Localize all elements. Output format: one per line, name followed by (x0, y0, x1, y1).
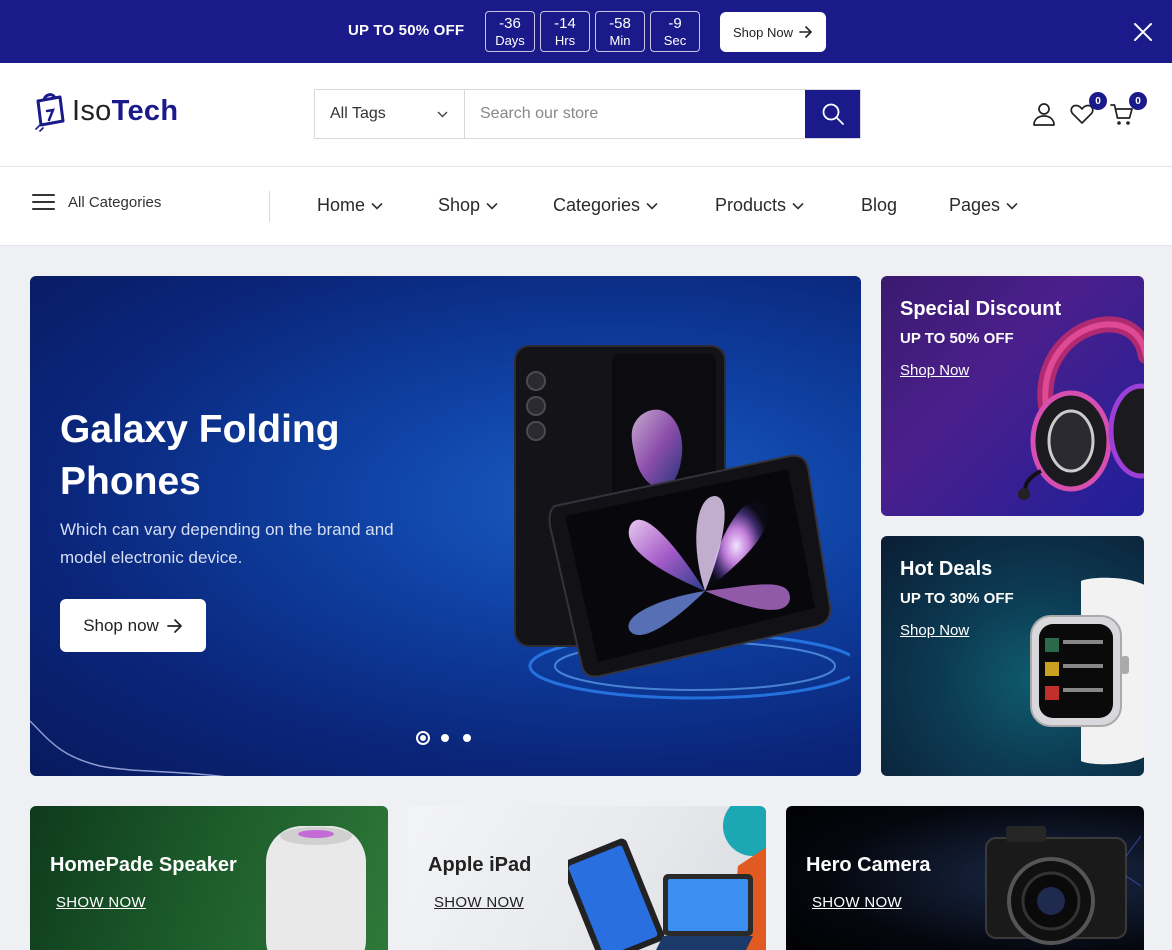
hero-shop-now-button[interactable]: Shop now (60, 599, 206, 652)
search-input[interactable] (465, 90, 805, 138)
all-categories-button[interactable]: All Categories (32, 193, 161, 211)
tablet-image (568, 806, 766, 950)
hero-title: Galaxy Folding Phones (60, 408, 340, 503)
nav-item-label: Shop (438, 195, 481, 215)
smart-speaker-image (266, 826, 366, 950)
foldable-phone-image (514, 345, 850, 700)
nav-item-label: Home (317, 195, 366, 215)
nav-item-home[interactable]: Home (317, 195, 383, 216)
chevron-down-icon (1006, 202, 1018, 210)
nav-item-products[interactable]: Products (715, 195, 804, 216)
search-icon (822, 103, 844, 125)
countdown-value: -36 (499, 15, 521, 32)
banner-show-now-link[interactable]: SHOW NOW (434, 894, 524, 911)
promo-shop-now-button[interactable]: Shop Now (720, 12, 826, 52)
nav-divider (269, 191, 270, 222)
chevron-down-icon (486, 202, 498, 210)
countdown-seconds: -9 Sec (650, 11, 700, 52)
logo-prefix: Iso (72, 94, 112, 127)
promo-shop-now-label: Shop Now (733, 24, 793, 40)
hamburger-menu-icon (32, 194, 55, 210)
hot-deals-card: Hot Deals UP TO 30% OFF Shop Now (881, 536, 1144, 776)
banner-show-now-link[interactable]: SHOW NOW (56, 894, 146, 911)
chevron-down-icon (371, 202, 383, 210)
nav-item-blog[interactable]: Blog (861, 195, 897, 216)
wishlist-count-badge: 0 (1089, 92, 1107, 110)
slider-dot-1[interactable] (416, 731, 430, 745)
search-button[interactable] (805, 90, 860, 138)
countdown-value: -9 (668, 15, 682, 32)
card-title: Hot Deals (900, 558, 993, 580)
logo-bag-icon (35, 93, 65, 132)
countdown-value: -58 (609, 15, 631, 32)
decorative-wave (30, 720, 226, 776)
promo-text: UP TO 50% OFF (348, 22, 465, 39)
chevron-down-icon (646, 202, 658, 210)
countdown-days: -36 Days (485, 11, 535, 52)
banner-title: HomePade Speaker (50, 854, 237, 876)
nav-item-label: Products (715, 195, 787, 215)
camera-banner: Hero Camera SHOW NOW (786, 806, 1144, 950)
nav-item-label: Blog (861, 195, 898, 215)
speaker-banner: HomePade Speaker SHOW NOW (30, 806, 388, 950)
countdown-value: -14 (554, 15, 576, 32)
countdown-unit: Hrs (554, 33, 576, 48)
chevron-down-icon (437, 111, 448, 117)
nav-item-pages[interactable]: Pages (949, 195, 1018, 216)
arrow-right-icon (166, 618, 182, 633)
banner-title: Hero Camera (806, 854, 931, 876)
card-offer: UP TO 30% OFF (900, 590, 1014, 607)
search-category-label: All Tags (330, 105, 386, 122)
nav-item-shop[interactable]: Shop (438, 195, 498, 216)
card-offer: UP TO 50% OFF (900, 330, 1014, 347)
main-nav: All Categories Home Shop Categories Prod… (0, 167, 1172, 246)
countdown-minutes: -58 Min (595, 11, 645, 52)
ipad-banner: Apple iPad SHOW NOW (408, 806, 766, 950)
nav-item-categories[interactable]: Categories (553, 195, 658, 216)
arrow-right-icon (799, 26, 812, 38)
search-category-select[interactable]: All Tags (315, 90, 465, 138)
close-icon[interactable] (1132, 21, 1154, 43)
hero-shop-now-label: Shop now (83, 615, 159, 635)
logo-text: IsoTech (72, 95, 178, 128)
countdown-unit: Days (495, 33, 525, 48)
hero-slider: Galaxy Folding Phones Which can vary dep… (30, 276, 861, 776)
logo-suffix: Tech (111, 94, 179, 127)
logo[interactable]: IsoTech (32, 89, 178, 133)
slider-dot-2[interactable] (441, 734, 449, 742)
slider-dot-3[interactable] (463, 734, 471, 742)
chevron-down-icon (792, 202, 804, 210)
hero-subtitle: Which can vary depending on the brand an… (60, 520, 394, 567)
nav-item-label: Categories (553, 195, 641, 215)
card-shop-now-link[interactable]: Shop Now (900, 362, 969, 379)
cart-count-badge: 0 (1129, 92, 1147, 110)
user-icon[interactable] (1031, 101, 1057, 127)
countdown-hours: -14 Hrs (540, 11, 590, 52)
card-title: Special Discount (900, 298, 1062, 320)
headphones-image (1018, 316, 1144, 500)
banner-show-now-link[interactable]: SHOW NOW (812, 894, 902, 911)
card-shop-now-link[interactable]: Shop Now (900, 622, 969, 639)
search-bar: All Tags (314, 89, 861, 139)
countdown-unit: Sec (663, 33, 687, 48)
special-discount-card: Special Discount UP TO 50% OFF Shop Now (881, 276, 1144, 516)
wishlist-button[interactable]: 0 (1069, 92, 1107, 127)
camera-image (985, 826, 1141, 945)
cart-button[interactable]: 0 (1109, 92, 1147, 127)
all-categories-label: All Categories (68, 193, 162, 211)
smartwatch-image (1030, 577, 1144, 765)
countdown-unit: Min (609, 33, 631, 48)
banner-title: Apple iPad (428, 854, 532, 876)
promo-bar: UP TO 50% OFF -36 Days -14 Hrs -58 Min -… (0, 0, 1172, 63)
site-header: IsoTech All Tags 0 0 (0, 63, 1172, 167)
nav-item-label: Pages (949, 195, 1001, 215)
